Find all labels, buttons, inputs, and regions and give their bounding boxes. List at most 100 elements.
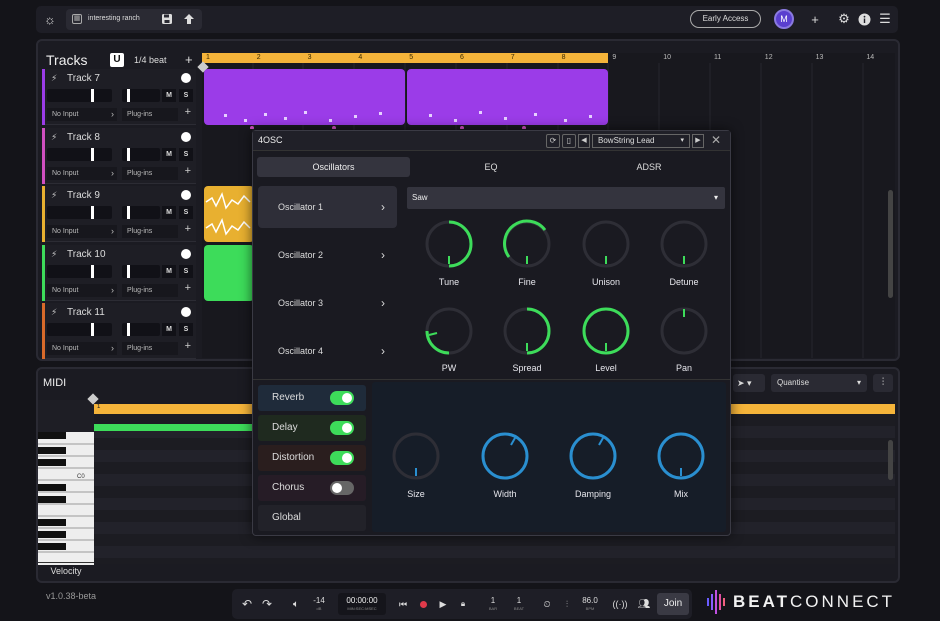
damping-knob[interactable] (567, 430, 619, 482)
slider-thumb[interactable] (91, 148, 94, 161)
record-arm-icon[interactable] (181, 307, 191, 317)
solo-button[interactable]: S (179, 265, 193, 278)
early-access-button[interactable]: Early Access (690, 10, 761, 28)
volume-slider[interactable] (47, 323, 112, 336)
tab-adsr[interactable]: ADSR (588, 157, 710, 177)
fx-global[interactable]: Global (258, 505, 366, 531)
instrument-icon[interactable]: ⚡ (51, 307, 63, 319)
distortion-toggle[interactable] (330, 451, 354, 465)
size-knob[interactable] (390, 430, 442, 482)
fx-delay[interactable]: Delay (258, 415, 366, 441)
menu-icon[interactable]: ☰ (874, 8, 896, 30)
instrument-icon[interactable]: ⚡ (51, 249, 63, 261)
lock-icon[interactable]: 🔒︎ (456, 591, 470, 617)
solo-button[interactable]: S (179, 206, 193, 219)
volume-slider[interactable] (47, 265, 112, 278)
instrument-icon[interactable]: ⚡ (51, 73, 63, 85)
pw-knob[interactable] (423, 305, 475, 357)
bar-value[interactable]: 1 (484, 596, 502, 605)
loop-region[interactable] (202, 53, 608, 63)
add-plugin-icon[interactable]: + (185, 282, 191, 294)
mute-button[interactable]: M (162, 206, 176, 219)
next-preset-icon[interactable]: ▶ (692, 134, 704, 148)
avatar[interactable]: M (774, 9, 794, 29)
plugins-select[interactable]: Plug-ins (122, 225, 178, 238)
bookmark-icon[interactable]: ▯ (562, 134, 576, 148)
join-button[interactable]: Join (657, 593, 689, 615)
mix-knob[interactable] (655, 430, 707, 482)
record-arm-icon[interactable] (181, 73, 191, 83)
chorus-toggle[interactable] (330, 481, 354, 495)
record-arm-icon[interactable] (181, 190, 191, 200)
clip-track9[interactable] (204, 186, 254, 242)
track-name[interactable]: Track 10 (67, 249, 106, 260)
pan-slider[interactable] (122, 148, 160, 161)
snap-icon[interactable]: U (110, 53, 124, 67)
oscillator-item-3[interactable]: Oscillator 3 › (258, 282, 397, 324)
tempo-icon[interactable]: ⫶ (560, 591, 574, 617)
solo-button[interactable]: S (179, 323, 193, 336)
volume-slider[interactable] (47, 148, 112, 161)
add-icon[interactable]: + (804, 8, 826, 30)
input-select[interactable]: No Input › (47, 225, 117, 238)
instrument-icon[interactable]: ⚡ (51, 190, 63, 202)
record-arm-icon[interactable] (181, 249, 191, 259)
spread-knob[interactable] (501, 305, 553, 357)
mute-button[interactable]: M (162, 148, 176, 161)
unison-knob[interactable] (580, 218, 632, 270)
refresh-icon[interactable]: ⟳ (546, 134, 560, 148)
mute-button[interactable]: M (162, 323, 176, 336)
pan-slider[interactable] (122, 323, 160, 336)
input-select[interactable]: No Input › (47, 108, 117, 121)
waveform-select[interactable]: Saw ▾ (407, 187, 725, 209)
undo-icon[interactable]: ↶ (238, 591, 256, 617)
gear-icon[interactable]: ⚙ (833, 8, 855, 30)
save-icon[interactable] (157, 9, 177, 29)
plugins-select[interactable]: Plug-ins (122, 284, 178, 297)
velocity-label[interactable]: Velocity (38, 562, 94, 578)
pan-slider[interactable] (122, 89, 160, 102)
add-plugin-icon[interactable]: + (185, 165, 191, 177)
midi-note[interactable] (94, 424, 252, 431)
prev-preset-icon[interactable]: ◀ (578, 134, 590, 148)
volume-slider[interactable] (47, 89, 112, 102)
level-knob[interactable] (580, 305, 632, 357)
track-row[interactable]: ⚡ Track 11 M S No Input › Plug-ins + (42, 303, 196, 359)
add-track-icon[interactable]: + (185, 52, 193, 67)
volume-slider[interactable] (47, 206, 112, 219)
project-name[interactable]: interesting ranch (88, 15, 140, 22)
track-name[interactable]: Track 11 (67, 307, 105, 318)
plugins-select[interactable]: Plug-ins (122, 342, 178, 355)
fine-knob[interactable] (501, 218, 553, 270)
slider-thumb[interactable] (127, 206, 130, 219)
midi-scrollbar[interactable] (888, 440, 893, 480)
slider-thumb[interactable] (127, 89, 130, 102)
fx-distortion[interactable]: Distortion (258, 445, 366, 471)
metronome-icon[interactable]: ⏲︎ (540, 591, 554, 617)
instrument-icon[interactable]: ⚡ (51, 132, 63, 144)
input-select[interactable]: No Input › (47, 167, 117, 180)
track-name[interactable]: Track 8 (67, 132, 100, 143)
rewind-icon[interactable]: ⏮︎ (396, 591, 410, 617)
redo-icon[interactable]: ↷ (258, 591, 276, 617)
upload-icon[interactable] (179, 9, 199, 29)
reverb-toggle[interactable] (330, 391, 354, 405)
input-select[interactable]: No Input › (47, 284, 117, 297)
track-row[interactable]: ⚡ Track 7 M S No Input › Plug-ins + (42, 69, 196, 125)
slider-thumb[interactable] (91, 89, 94, 102)
tab-eq[interactable]: EQ (430, 157, 552, 177)
bpm-value[interactable]: 86.0 (578, 596, 602, 605)
piano-roll-keys[interactable] (38, 400, 94, 565)
volume-value[interactable]: -14 (310, 596, 328, 605)
mute-button[interactable]: M (162, 89, 176, 102)
add-plugin-icon[interactable]: + (185, 106, 191, 118)
track-row[interactable]: ⚡ Track 8 M S No Input › Plug-ins + (42, 128, 196, 184)
volume-icon[interactable]: 🔈︎ (288, 591, 304, 617)
solo-button[interactable]: S (179, 89, 193, 102)
sun-icon[interactable]: ☼ (39, 8, 61, 30)
tune-knob[interactable] (423, 218, 475, 270)
slider-thumb[interactable] (91, 265, 94, 278)
play-icon[interactable]: ▶ (436, 591, 450, 617)
track-name[interactable]: Track 7 (67, 73, 100, 84)
preset-select[interactable]: BowString Lead ▾ (592, 134, 690, 148)
